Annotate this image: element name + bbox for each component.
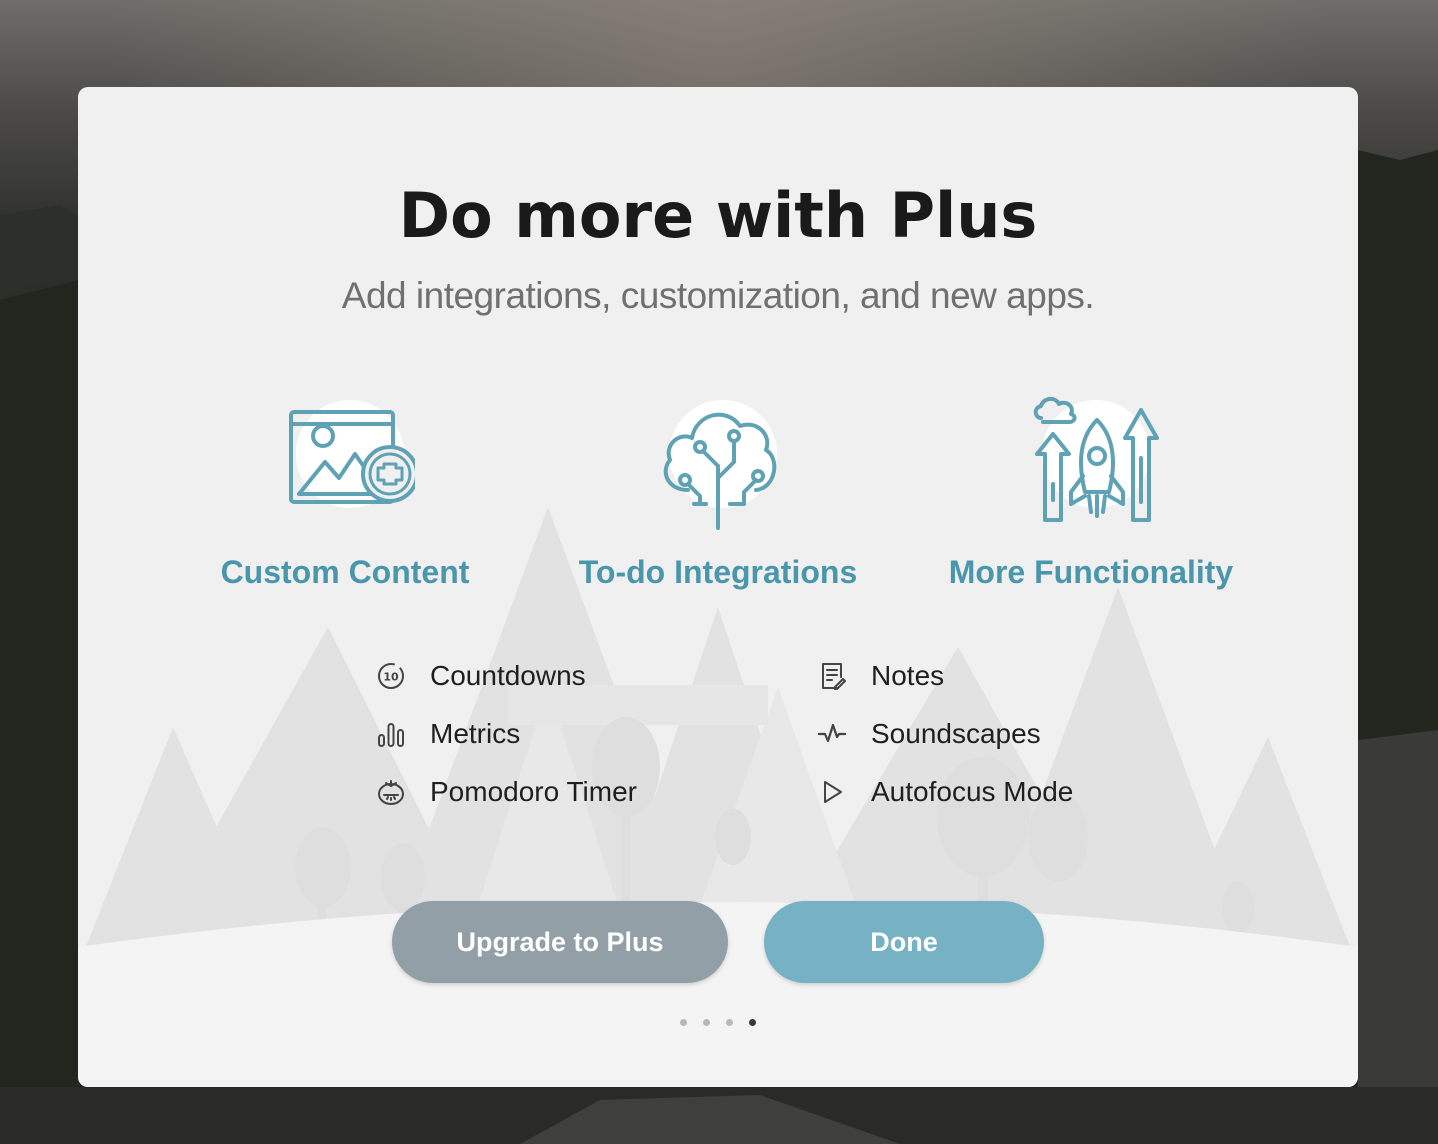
upgrade-modal: Do more with Plus Add integrations, cust…: [78, 87, 1358, 1087]
modal-title: Do more with Plus: [398, 179, 1038, 252]
list-item-countdowns: 10 Countdowns: [374, 647, 637, 705]
list-item-label: Autofocus Mode: [871, 776, 1074, 807]
plus-apps-list-left: 10 Countdowns Metrics Pomodoro Timer: [374, 647, 637, 821]
plus-apps-list-right: Notes Soundscapes Autofocus Mode: [815, 647, 1073, 821]
svg-text:10: 10: [383, 671, 399, 684]
pagination-dot-4-active[interactable]: [749, 1019, 756, 1026]
feature-custom-content: Custom Content: [165, 392, 525, 591]
list-item-autofocus: Autofocus Mode: [815, 763, 1073, 821]
feature-label: More Functionality: [948, 554, 1234, 590]
feature-todo-integrations: To-do Integrations: [538, 392, 898, 591]
countdown-icon: 10: [374, 659, 408, 693]
metrics-icon: [374, 717, 408, 751]
modal-content: Do more with Plus Add integrations, cust…: [78, 87, 1358, 1087]
list-item-label: Soundscapes: [871, 718, 1041, 749]
pagination-dots: [78, 1019, 1358, 1026]
list-item-metrics: Metrics: [374, 705, 637, 763]
feature-label: Custom Content: [220, 554, 470, 590]
pagination-dot-3[interactable]: [726, 1019, 733, 1026]
play-icon: [815, 775, 849, 809]
list-item-label: Metrics: [430, 718, 521, 749]
done-button[interactable]: Done: [764, 901, 1044, 983]
list-item-label: Countdowns: [430, 660, 586, 691]
notes-icon: [815, 659, 849, 693]
list-item-pomodoro: Pomodoro Timer: [374, 763, 637, 821]
upgrade-to-plus-button[interactable]: Upgrade to Plus: [392, 901, 728, 983]
list-item-label: Notes: [871, 660, 945, 691]
tomato-timer-icon: [374, 775, 408, 809]
feature-label: To-do Integrations: [578, 554, 858, 590]
cloud-tree-icon: [648, 392, 788, 532]
pagination-dot-2[interactable]: [703, 1019, 710, 1026]
list-item-label: Pomodoro Timer: [430, 776, 637, 807]
list-item-soundscapes: Soundscapes: [815, 705, 1073, 763]
rocket-arrows-icon: [1021, 392, 1161, 532]
modal-subtitle: Add integrations, customization, and new…: [341, 275, 1095, 316]
list-item-notes: Notes: [815, 647, 1073, 705]
pagination-dot-1[interactable]: [680, 1019, 687, 1026]
image-add-icon: [275, 392, 415, 532]
feature-more-functionality: More Functionality: [911, 392, 1271, 591]
waveform-icon: [815, 717, 849, 751]
